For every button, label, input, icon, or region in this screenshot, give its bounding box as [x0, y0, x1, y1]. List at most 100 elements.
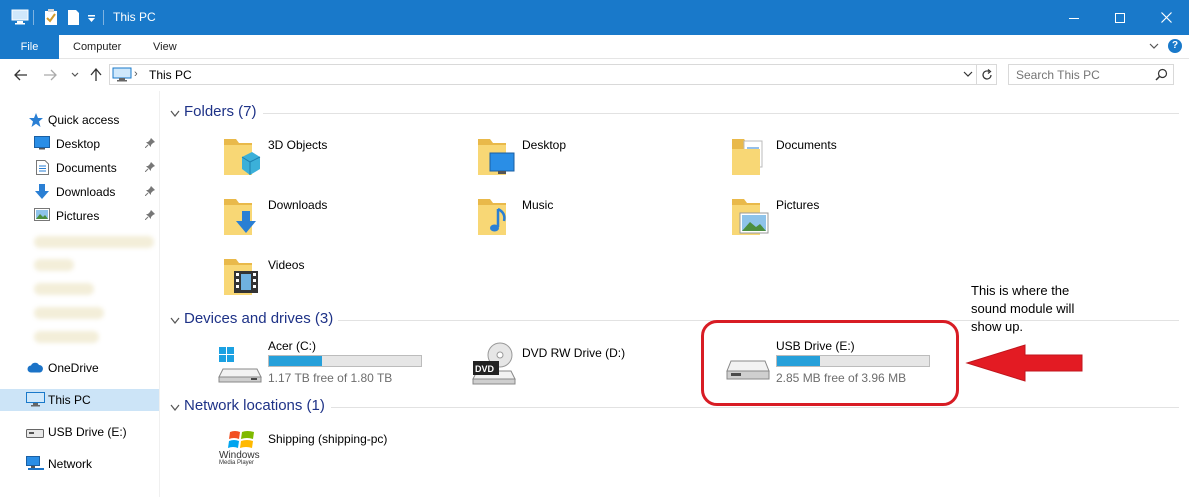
tile-label: 3D Objects [268, 138, 328, 152]
redacted-item [34, 331, 99, 343]
tab-view[interactable]: View [153, 35, 177, 59]
pin-icon [144, 185, 155, 199]
sidebar-item-label: Desktop [56, 137, 101, 151]
usb-drive-icon [26, 427, 44, 441]
drive-usage-bar [268, 355, 422, 367]
ribbon-tabs: File Computer View ? [0, 35, 1189, 59]
tab-computer[interactable]: Computer [73, 35, 121, 59]
folder-documents[interactable]: Documents [730, 135, 930, 191]
tile-label: Pictures [776, 198, 820, 212]
redacted-item [34, 236, 154, 248]
folder-downloads[interactable]: Downloads [222, 195, 422, 251]
recent-locations-button[interactable] [66, 66, 84, 84]
folder-3d-objects[interactable]: 3D Objects [222, 135, 422, 191]
drive-acer-c[interactable]: Acer (C:) 1.17 TB free of 1.80 TB [217, 339, 437, 387]
documents-icon [36, 160, 49, 178]
dvd-drive-icon: DVD [471, 341, 517, 388]
sidebar-item-label: USB Drive (E:) [48, 425, 127, 439]
help-icon[interactable]: ? [1168, 39, 1182, 53]
navigation-pane: Quick access Desktop Documents Downloads… [0, 91, 160, 497]
sidebar-item-this-pc[interactable]: This PC [0, 389, 159, 411]
search-icon[interactable] [1155, 68, 1168, 84]
annotation-line: sound module will [971, 301, 1075, 316]
navigation-bar: › This PC [0, 59, 1189, 91]
network-location-shipping[interactable]: Windows Media Player Shipping (shipping-… [219, 429, 439, 485]
properties-icon[interactable] [44, 9, 58, 27]
tile-label: Downloads [268, 198, 328, 212]
this-pc-icon [112, 67, 132, 85]
breadcrumb-this-pc[interactable]: This PC [149, 68, 192, 82]
group-title: Folders (7) [184, 103, 257, 120]
folder-videos-icon [222, 255, 262, 302]
redacted-item [34, 307, 104, 319]
forward-button[interactable] [41, 66, 59, 84]
chevron-down-icon [170, 401, 180, 415]
sidebar-item-label: Quick access [48, 113, 120, 127]
drive-dvd-rw-d[interactable]: DVD DVD RW Drive (D:) [471, 339, 671, 387]
tab-file[interactable]: File [0, 35, 59, 59]
breadcrumb-separator[interactable]: › [134, 68, 138, 80]
expand-ribbon-icon[interactable] [1148, 40, 1160, 55]
sidebar-item-downloads[interactable]: Downloads [0, 181, 159, 203]
refresh-button[interactable] [977, 64, 997, 85]
network-icon [26, 456, 44, 474]
chevron-down-icon [170, 314, 180, 328]
group-title: Devices and drives (3) [184, 310, 334, 327]
sidebar-item-quick-access[interactable]: Quick access [0, 109, 159, 131]
folder-music-icon [476, 195, 516, 242]
this-pc-icon[interactable] [11, 9, 29, 27]
sidebar-item-label: Documents [56, 161, 117, 175]
maximize-button[interactable] [1097, 0, 1143, 35]
annotation-line: show up. [971, 319, 1024, 334]
sidebar-item-documents[interactable]: Documents [0, 157, 159, 179]
customize-quick-access-icon[interactable] [87, 13, 96, 31]
folder-desktop[interactable]: Desktop [476, 135, 676, 191]
folder-pictures-icon [730, 195, 770, 242]
new-folder-icon[interactable] [67, 9, 80, 27]
pin-icon [144, 209, 155, 223]
sidebar-item-usb-drive[interactable]: USB Drive (E:) [0, 421, 159, 443]
close-button[interactable] [1143, 0, 1189, 35]
sidebar-item-desktop[interactable]: Desktop [0, 133, 159, 155]
folder-videos[interactable]: Videos [222, 255, 422, 311]
redacted-item [34, 283, 94, 295]
folder-downloads-icon [222, 195, 262, 242]
search-input[interactable] [1016, 67, 1151, 82]
up-button[interactable] [87, 66, 105, 84]
redacted-item [34, 259, 74, 271]
folder-pictures[interactable]: Pictures [730, 195, 930, 251]
drive-name: DVD RW Drive (D:) [522, 346, 626, 360]
window-title: This PC [113, 10, 156, 24]
back-button[interactable] [12, 66, 30, 84]
address-bar[interactable]: › This PC [109, 64, 977, 85]
tile-label: Shipping (shipping-pc) [268, 432, 388, 446]
tile-label: Desktop [522, 138, 567, 152]
sidebar-item-onedrive[interactable]: OneDrive [0, 357, 159, 379]
dvd-badge: DVD [475, 364, 495, 374]
minimize-button[interactable] [1051, 0, 1097, 35]
system-drive-icon [217, 347, 263, 386]
drive-name: Acer (C:) [268, 339, 316, 353]
pictures-icon [34, 208, 50, 224]
sidebar-item-network[interactable]: Network [0, 453, 159, 475]
annotation-line: This is where the [971, 283, 1070, 298]
annotation-highlight-circle [701, 320, 959, 406]
search-box [1008, 64, 1174, 85]
pin-icon [144, 161, 155, 175]
folder-music[interactable]: Music [476, 195, 676, 251]
tile-label: Music [522, 198, 554, 212]
annotation-arrow-icon [965, 343, 1085, 386]
annotation-note: This is where the sound module will show… [971, 282, 1131, 336]
sidebar-item-label: Downloads [56, 185, 116, 199]
folder-documents-icon [730, 135, 770, 182]
folder-3d-objects-icon [222, 135, 262, 182]
sidebar-item-pictures[interactable]: Pictures [0, 205, 159, 227]
address-dropdown-icon[interactable] [962, 68, 974, 83]
drive-free-space: 1.17 TB free of 1.80 TB [268, 371, 393, 385]
group-title: Network locations (1) [184, 397, 325, 414]
title-bar: This PC [0, 0, 1189, 35]
star-icon [28, 112, 44, 131]
cloud-icon [27, 362, 44, 376]
icon-caption: Media Player [219, 460, 255, 466]
folder-desktop-icon [476, 135, 516, 182]
